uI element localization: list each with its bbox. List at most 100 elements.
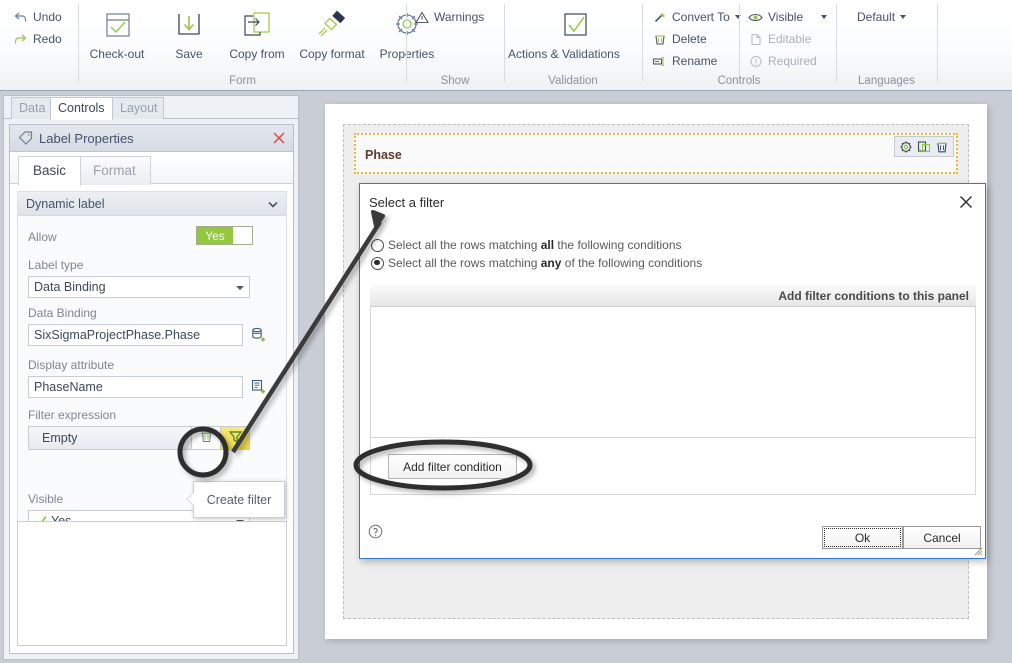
- create-filter-tooltip-label: Create filter: [206, 492, 272, 507]
- ribbon-convert-to-label: Convert To: [672, 10, 730, 24]
- ribbon-divider: [937, 4, 938, 82]
- radio-match-all-label: Select all the rows matching all the fol…: [388, 238, 682, 252]
- radio-any-strong: any: [540, 256, 562, 270]
- close-icon[interactable]: [271, 130, 287, 146]
- radio-match-any[interactable]: Select all the rows matching any of the …: [371, 256, 702, 270]
- chevron-down-icon[interactable]: [268, 197, 278, 211]
- panel-empty-area: [17, 521, 287, 646]
- tab-data[interactable]: Data: [11, 97, 51, 119]
- subtab-basic[interactable]: Basic: [18, 156, 82, 186]
- radio-icon: [371, 238, 384, 252]
- resize-grip-icon[interactable]: [971, 544, 983, 556]
- chevron-down-icon: [900, 15, 907, 19]
- ribbon-group-show: Warnings Show: [407, 0, 503, 90]
- ribbon-group-validation-caption: Validation: [548, 75, 598, 87]
- ribbon-divider: [78, 4, 79, 82]
- data-binding-input[interactable]: SixSigmaProjectPhase.Phase: [28, 324, 243, 346]
- ok-button[interactable]: Ok: [822, 526, 903, 549]
- ribbon-default-language-label: Default: [857, 10, 896, 24]
- tab-layout[interactable]: Layout: [112, 97, 164, 119]
- duplicate-icon[interactable]: [915, 140, 933, 154]
- delete-trash-icon: [651, 33, 668, 46]
- visible-label: Visible: [28, 492, 64, 506]
- convert-to-icon: [651, 11, 668, 24]
- ribbon-visible-button[interactable]: Visible: [747, 8, 828, 26]
- radio-match-all[interactable]: Select all the rows matching all the fol…: [371, 238, 682, 252]
- display-attribute-input[interactable]: PhaseName: [28, 376, 243, 398]
- tab-controls[interactable]: Controls: [50, 97, 113, 120]
- trash-icon: [200, 430, 213, 447]
- label-properties-title: Label Properties: [39, 130, 134, 146]
- add-filter-condition-button[interactable]: Add filter condition: [388, 454, 517, 479]
- chevron-down-icon: [236, 286, 244, 290]
- ribbon-convert-to-button[interactable]: Convert To: [651, 8, 741, 26]
- allow-toggle[interactable]: Yes: [196, 226, 253, 245]
- filter-panel-header-label: Add filter conditions to this panel: [778, 289, 969, 303]
- filter-expression-row: Empty: [28, 426, 250, 450]
- ribbon-actions-validations-label: Actions & Validations: [508, 47, 620, 61]
- ribbon-copy-from-button[interactable]: Copy from: [220, 6, 294, 61]
- ribbon-save-button[interactable]: Save: [152, 6, 226, 61]
- help-circle-icon[interactable]: [368, 524, 383, 539]
- database-add-icon[interactable]: [250, 326, 268, 344]
- create-filter-button[interactable]: [220, 427, 249, 449]
- ribbon-save-label: Save: [175, 47, 203, 61]
- cancel-button[interactable]: Cancel: [903, 526, 981, 549]
- allow-toggle-knob: [233, 227, 252, 244]
- radio-any-pre: Select all the rows matching: [388, 256, 541, 270]
- filter-expression-value: Empty: [42, 431, 78, 445]
- ribbon-rename-label: Rename: [672, 54, 718, 68]
- ribbon-check-out-button[interactable]: Check-out: [80, 6, 154, 61]
- label-type-value: Data Binding: [34, 280, 106, 294]
- dynamic-label-section-header[interactable]: Dynamic label: [18, 192, 286, 216]
- warning-triangle-icon: [413, 10, 430, 24]
- ribbon-default-language-button[interactable]: Default: [857, 8, 907, 26]
- attribute-add-icon[interactable]: [250, 378, 268, 396]
- ribbon-actions-validations-button[interactable]: Actions & Validations: [508, 6, 620, 61]
- ribbon-delete-label: Delete: [672, 32, 707, 46]
- tab-layout-label: Layout: [120, 101, 158, 115]
- radio-all-pre: Select all the rows matching: [388, 238, 541, 252]
- check-square-icon: [536, 6, 610, 46]
- ribbon-group-controls-caption: Controls: [717, 75, 761, 87]
- ribbon-copy-format-label: Copy format: [299, 47, 365, 61]
- ribbon-undo-button[interactable]: Undo: [12, 8, 62, 26]
- close-icon[interactable]: [957, 193, 975, 211]
- ribbon-editable-label: Editable: [768, 32, 812, 46]
- tab-data-label: Data: [19, 101, 46, 115]
- filter-conditions-list[interactable]: [370, 307, 976, 437]
- radio-all-strong: all: [540, 238, 555, 252]
- ribbon-group-controls: Convert To Delete Rename Visible Editabl…: [643, 0, 835, 90]
- ribbon-group-form: Check-out Save Copy from Copy format Pro…: [80, 0, 434, 90]
- phase-control-selected[interactable]: Phase: [354, 133, 958, 174]
- ribbon-editable-button[interactable]: Editable: [747, 30, 811, 48]
- ribbon-delete-button[interactable]: Delete: [651, 30, 707, 48]
- radio-match-any-label: Select all the rows matching any of the …: [388, 256, 702, 270]
- subtab-basic-label: Basic: [33, 163, 67, 178]
- display-attribute-value: PhaseName: [34, 380, 103, 394]
- ribbon-divider: [739, 4, 740, 82]
- rename-icon: [651, 55, 668, 68]
- filter-panel-header: Add filter conditions to this panel: [370, 285, 976, 307]
- subtab-format[interactable]: Format: [78, 156, 151, 185]
- ribbon-copy-format-button[interactable]: Copy format: [292, 6, 372, 61]
- eye-icon: [747, 11, 764, 24]
- required-exclaim-icon: [747, 55, 764, 68]
- label-type-label: Label type: [28, 258, 84, 272]
- ok-button-label: Ok: [854, 530, 871, 545]
- ribbon-required-button[interactable]: Required: [747, 52, 817, 70]
- filter-delete-button[interactable]: [191, 427, 220, 449]
- radio-selected-icon: [371, 256, 384, 270]
- trash-icon[interactable]: [933, 140, 951, 154]
- data-binding-value: SixSigmaProjectPhase.Phase: [34, 328, 201, 342]
- properties-side-panel: Data Controls Layout Label Properties Ba…: [3, 95, 299, 660]
- ribbon-warnings-button[interactable]: Warnings: [413, 8, 484, 26]
- ribbon-redo-button[interactable]: Redo: [12, 30, 62, 48]
- tag-icon: [18, 131, 34, 145]
- copy-from-icon: [220, 6, 294, 46]
- label-type-select[interactable]: Data Binding: [28, 276, 250, 298]
- create-filter-tooltip: Create filter: [186, 481, 285, 518]
- gear-icon[interactable]: [897, 140, 915, 154]
- ribbon-rename-button[interactable]: Rename: [651, 52, 717, 70]
- filter-expression-label: Filter expression: [28, 408, 117, 422]
